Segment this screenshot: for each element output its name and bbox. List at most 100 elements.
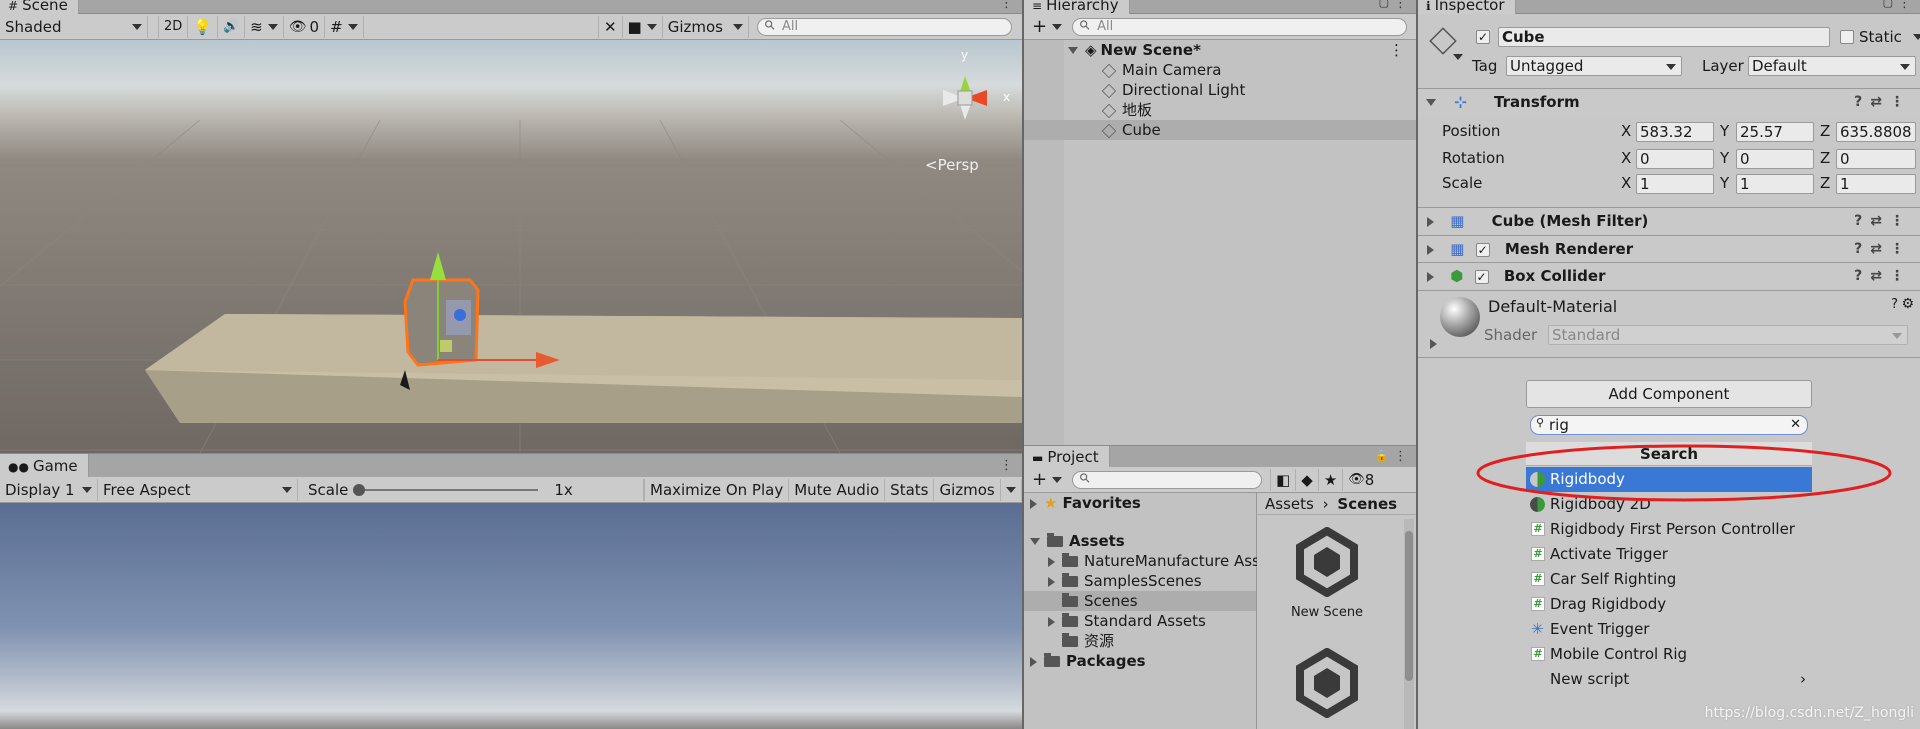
- component-header-icons[interactable]: ?⇄⋮: [1854, 89, 1912, 115]
- scale-slider[interactable]: [353, 483, 539, 496]
- static-checkbox[interactable]: [1840, 30, 1854, 44]
- tag-dropdown[interactable]: Untagged: [1506, 56, 1682, 76]
- position-z-field[interactable]: 635.8808: [1836, 122, 1916, 142]
- result-mobile-control-rig[interactable]: # Mobile Control Rig: [1526, 642, 1812, 667]
- project-visibility-toggle[interactable]: 👁 8: [1343, 469, 1379, 491]
- scrollbar-thumb[interactable]: [1405, 531, 1413, 681]
- transform-header[interactable]: ⊹ Transform ?⇄⋮: [1418, 88, 1920, 115]
- hierarchy-search-input[interactable]: All: [1072, 17, 1408, 36]
- grid-toggle[interactable]: #: [325, 15, 364, 38]
- component-header-icons[interactable]: ?⇄⋮: [1854, 263, 1912, 289]
- folder-scenes[interactable]: Scenes: [1024, 591, 1256, 611]
- tab-game[interactable]: ●● Game: [0, 454, 89, 478]
- project-add-button[interactable]: +: [1032, 469, 1063, 490]
- folder-resources[interactable]: 资源: [1024, 631, 1256, 651]
- result-new-script[interactable]: New script ›: [1526, 667, 1812, 692]
- layer-dropdown[interactable]: Default: [1748, 56, 1916, 76]
- result-car-self-righting[interactable]: # Car Self Righting: [1526, 567, 1812, 592]
- packages-row[interactable]: Packages: [1024, 651, 1256, 671]
- stats-toggle[interactable]: Stats: [885, 478, 935, 501]
- scale-control[interactable]: Scale 1x: [298, 478, 644, 501]
- tab-hierarchy[interactable]: ≡ Hierarchy: [1024, 0, 1130, 14]
- rotation-y-field[interactable]: 0: [1736, 149, 1814, 169]
- box-collider-enabled-checkbox[interactable]: ✓: [1474, 269, 1489, 284]
- result-event-trigger[interactable]: ✳ Event Trigger: [1526, 617, 1812, 642]
- hierarchy-item-directional-light[interactable]: Directional Light: [1024, 80, 1416, 100]
- result-activate-trigger[interactable]: # Activate Trigger: [1526, 542, 1812, 567]
- tools-button[interactable]: ✕: [597, 15, 623, 38]
- position-y-field[interactable]: 25.57: [1736, 122, 1814, 142]
- clear-search-icon[interactable]: ✕: [1790, 416, 1801, 434]
- hierarchy-scene-row[interactable]: ◈ New Scene* ⋮: [1024, 40, 1416, 60]
- mesh-filter-header[interactable]: ▦ Cube (Mesh Filter) ?⇄⋮: [1418, 207, 1920, 234]
- display-dropdown[interactable]: Display 1: [0, 478, 98, 501]
- tab-scene[interactable]: # Scene: [0, 0, 79, 14]
- scene-menu-dots-icon[interactable]: ⋮: [1389, 40, 1404, 60]
- component-header-icons[interactable]: ?⇄⋮: [1854, 236, 1912, 262]
- hierarchy-item-floor[interactable]: 地板: [1024, 100, 1416, 120]
- hierarchy-menu-icon[interactable]: ⋮: [1394, 0, 1407, 11]
- rotation-z-field[interactable]: 0: [1836, 149, 1916, 169]
- mute-audio-toggle[interactable]: Mute Audio: [789, 478, 886, 501]
- orientation-gizmo[interactable]: y x: [915, 48, 1015, 148]
- expand-arrow-icon[interactable]: [1430, 339, 1437, 349]
- project-menu-icon[interactable]: ⋮: [1394, 449, 1407, 464]
- favorites-row[interactable]: ★ Favorites: [1024, 493, 1256, 513]
- scale-slider-thumb[interactable]: [353, 483, 366, 496]
- folder-standard-assets[interactable]: Standard Assets: [1024, 611, 1256, 631]
- effects-toggle[interactable]: ≋: [245, 15, 284, 38]
- maximize-on-play-toggle[interactable]: Maximize On Play: [644, 478, 790, 501]
- breadcrumb-scenes[interactable]: Scenes: [1337, 495, 1397, 513]
- result-drag-rigidbody[interactable]: # Drag Rigidbody: [1526, 592, 1812, 617]
- project-lock-icon[interactable]: 🔒: [1375, 449, 1389, 462]
- hierarchy-item-cube[interactable]: Cube: [1024, 120, 1416, 140]
- static-dropdown[interactable]: [1913, 34, 1920, 40]
- project-scrollbar[interactable]: [1404, 519, 1414, 729]
- folder-nature-manufacture[interactable]: NatureManufacture Ass: [1024, 551, 1260, 571]
- position-x-field[interactable]: 583.32: [1636, 122, 1714, 142]
- tab-project[interactable]: ▬ Project: [1024, 446, 1110, 468]
- search-by-label-button[interactable]: ◆: [1296, 468, 1319, 491]
- scene-search-input[interactable]: All: [757, 17, 1012, 36]
- favorites-button[interactable]: ★: [1319, 468, 1344, 491]
- active-checkbox[interactable]: ✓: [1476, 30, 1490, 44]
- scale-z-field[interactable]: 1: [1836, 174, 1916, 194]
- material-settings-icon[interactable]: ⚙: [1901, 296, 1914, 312]
- game-gizmos-dropdown[interactable]: [1001, 478, 1022, 501]
- shading-mode-dropdown[interactable]: Shaded: [0, 15, 148, 38]
- scene-gizmos-dropdown[interactable]: Gizmos: [663, 15, 749, 38]
- component-search-field[interactable]: ⚲ rig ✕: [1530, 415, 1808, 435]
- scene-visibility-toggle[interactable]: 👁 0: [284, 15, 326, 38]
- chevron-down-icon[interactable]: [1453, 54, 1463, 60]
- scene-asset-new-scene[interactable]: New Scene: [1277, 526, 1377, 620]
- mesh-renderer-enabled-checkbox[interactable]: ✓: [1475, 242, 1490, 257]
- scale-x-field[interactable]: 1: [1636, 174, 1714, 194]
- audio-toggle[interactable]: 🔊: [218, 15, 246, 38]
- object-name-field[interactable]: Cube: [1498, 27, 1830, 47]
- breadcrumb-assets[interactable]: Assets: [1265, 495, 1314, 513]
- shader-dropdown[interactable]: Standard: [1548, 325, 1908, 345]
- box-collider-header[interactable]: ⬢ ✓ Box Collider ?⇄⋮: [1418, 262, 1920, 289]
- component-header-icons[interactable]: ?⇄⋮: [1854, 208, 1912, 234]
- scale-y-field[interactable]: 1: [1736, 174, 1814, 194]
- add-component-button[interactable]: Add Component: [1526, 380, 1812, 408]
- result-first-person-controller[interactable]: # Rigidbody First Person Controller: [1526, 517, 1812, 542]
- mesh-renderer-header[interactable]: ▦ ✓ Mesh Renderer ?⇄⋮: [1418, 235, 1920, 262]
- assets-row[interactable]: Assets: [1024, 531, 1256, 551]
- folder-sample-scenes[interactable]: SamplesScenes: [1024, 571, 1256, 591]
- scene-asset-second[interactable]: [1292, 647, 1362, 722]
- scene-menu-icon[interactable]: ⋮: [1000, 0, 1013, 11]
- lighting-toggle[interactable]: 💡: [188, 15, 218, 38]
- hierarchy-item-main-camera[interactable]: Main Camera: [1024, 60, 1416, 80]
- tab-inspector[interactable]: ℹ Inspector: [1418, 0, 1516, 14]
- toggle-2d-button[interactable]: 2D: [158, 15, 189, 38]
- camera-button[interactable]: ■: [623, 15, 663, 38]
- inspector-menu-icon[interactable]: ⋮: [1898, 0, 1911, 11]
- game-gizmos-toggle[interactable]: Gizmos: [934, 478, 1001, 501]
- search-by-type-button[interactable]: ◧: [1270, 468, 1297, 491]
- scene-viewport[interactable]: y x <Persp: [0, 40, 1022, 453]
- game-menu-icon[interactable]: ⋮: [1000, 458, 1013, 473]
- inspector-lock-icon[interactable]: ▢: [1883, 0, 1893, 9]
- game-viewport[interactable]: [0, 503, 1022, 729]
- perspective-toggle[interactable]: <Persp: [925, 156, 979, 174]
